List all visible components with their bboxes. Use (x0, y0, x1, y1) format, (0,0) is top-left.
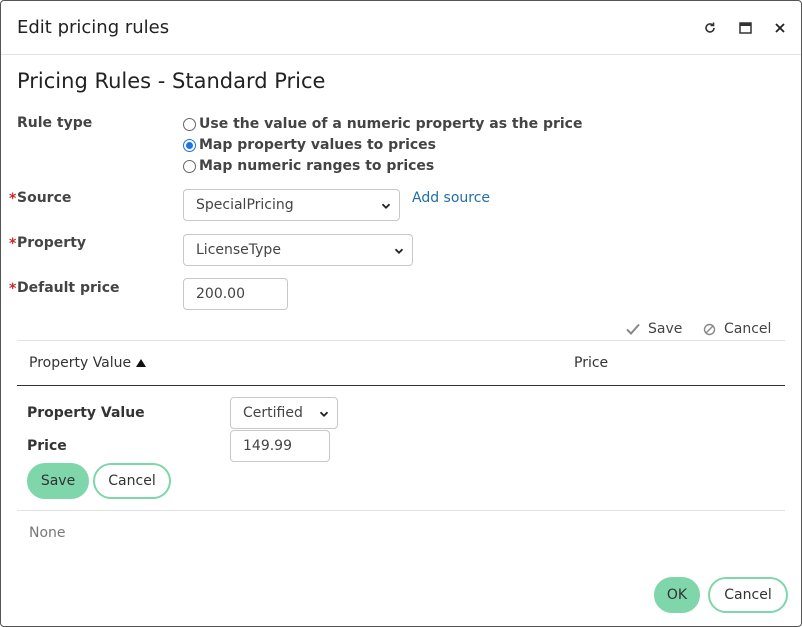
table-cancel-button[interactable]: Cancel (703, 321, 771, 337)
rule-type-option-map-ranges[interactable]: Map numeric ranges to prices (183, 157, 434, 175)
default-price-input[interactable]: 200.00 (183, 278, 288, 310)
required-marker: * (9, 236, 17, 252)
required-marker: * (9, 281, 17, 297)
editor-cancel-button[interactable]: Cancel (93, 463, 171, 499)
column-header-property-value[interactable]: Property Value (29, 355, 147, 371)
editor-price-input[interactable]: 149.99 (230, 430, 330, 462)
cancel-icon (703, 323, 716, 335)
editor-property-value: Certified (243, 405, 303, 421)
dialog-title: Edit pricing rules (17, 17, 170, 38)
editor-property-value-label: Property Value (27, 405, 145, 421)
table-save-label: Save (648, 321, 683, 337)
column-header-label: Property Value (29, 355, 132, 371)
radio-label: Use the value of a numeric property as t… (199, 116, 583, 132)
sort-ascending-icon (136, 359, 147, 367)
header-divider (17, 385, 785, 386)
table-save-button[interactable]: Save (626, 321, 682, 337)
refresh-icon[interactable] (701, 19, 719, 37)
default-price-value: 200.00 (196, 286, 245, 302)
close-icon[interactable] (771, 19, 789, 37)
page-title: Pricing Rules - Standard Price (17, 69, 326, 93)
rule-type-option-map-values[interactable]: Map property values to prices (183, 136, 436, 154)
checkmark-icon (626, 323, 640, 335)
divider (17, 510, 785, 511)
property-select[interactable]: LicenseType (183, 234, 413, 266)
editor-price-value: 149.99 (243, 438, 292, 454)
edit-pricing-rules-dialog: Edit pricing rules Pricing Rules - Stand… (0, 0, 802, 627)
rule-type-label: Rule type (17, 115, 93, 131)
table-cancel-label: Cancel (724, 321, 772, 337)
maximize-icon[interactable] (736, 19, 754, 37)
editor-save-button[interactable]: Save (27, 463, 89, 499)
source-label: Source (17, 190, 72, 206)
rule-type-option-numeric-property[interactable]: Use the value of a numeric property as t… (183, 115, 582, 133)
ok-button[interactable]: OK (654, 577, 700, 613)
source-select-value: SpecialPricing (196, 197, 294, 213)
property-label: Property (17, 235, 87, 251)
source-select[interactable]: SpecialPricing (183, 189, 400, 221)
radio-button[interactable] (183, 159, 196, 173)
radio-label: Map numeric ranges to prices (199, 158, 435, 174)
column-header-price[interactable]: Price (574, 355, 608, 371)
cancel-button[interactable]: Cancel (708, 577, 788, 613)
add-source-link[interactable]: Add source (412, 190, 490, 206)
chevron-down-icon (394, 244, 404, 260)
property-select-value: LicenseType (196, 242, 281, 258)
divider (17, 340, 785, 341)
empty-table-text: None (29, 525, 66, 541)
chevron-down-icon (381, 199, 391, 215)
editor-price-label: Price (27, 438, 67, 454)
column-header-label: Price (574, 355, 609, 371)
default-price-label: Default price (17, 280, 120, 296)
radio-button-selected[interactable] (183, 138, 196, 152)
editor-property-value-select[interactable]: Certified (230, 397, 338, 429)
required-marker: * (9, 191, 17, 207)
radio-button[interactable] (183, 117, 196, 131)
radio-label: Map property values to prices (199, 137, 437, 153)
dialog-titlebar: Edit pricing rules (1, 1, 801, 55)
chevron-down-icon (319, 407, 329, 423)
